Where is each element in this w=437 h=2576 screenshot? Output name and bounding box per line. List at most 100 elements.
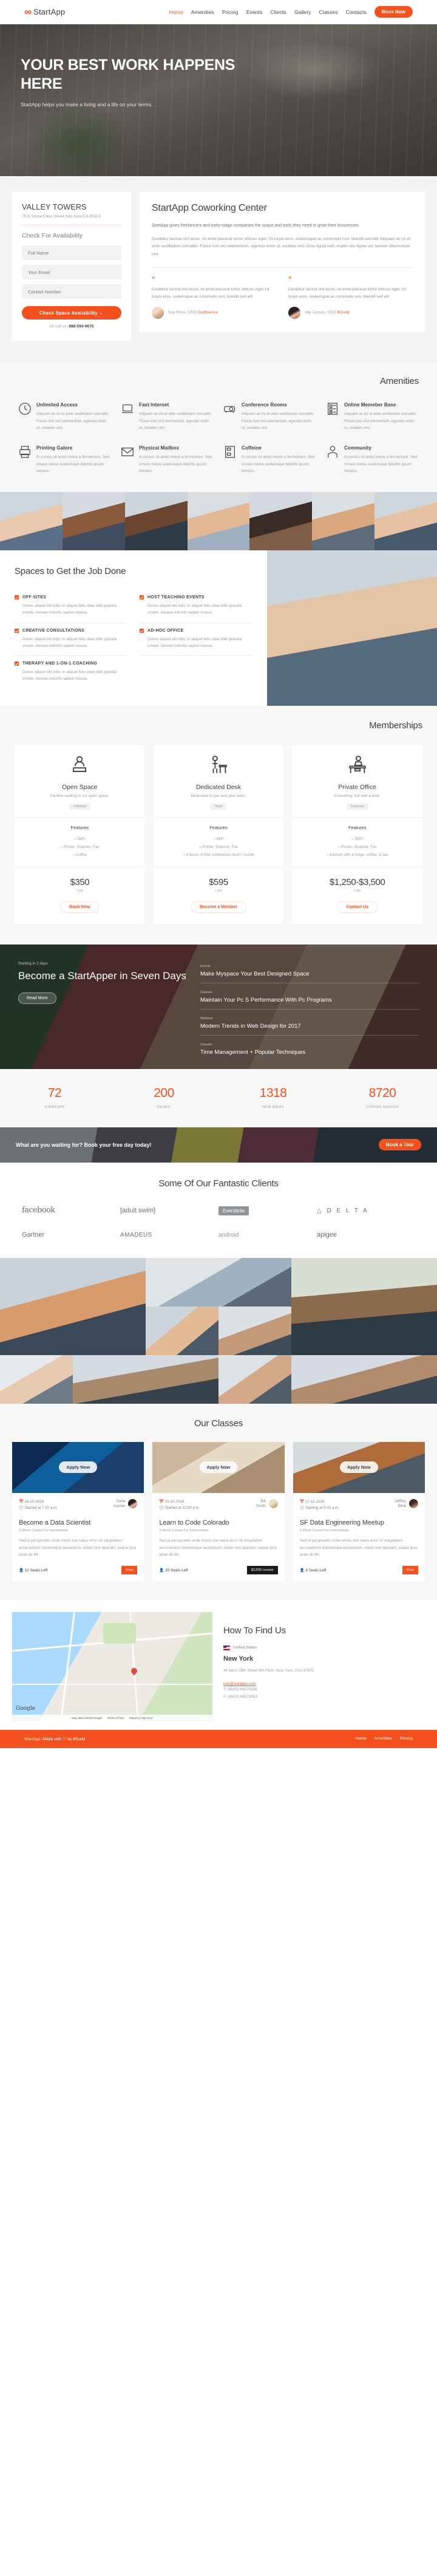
check-icon [15,661,19,666]
check-availability-button[interactable]: Check Space Availability → [22,306,121,319]
us-flag-icon [223,1645,230,1650]
check-icon [15,595,19,600]
brand-logo[interactable]: ∞ StartApp [24,7,65,17]
email-link[interactable]: info@startapp.com [223,1682,425,1686]
gallery-image[interactable] [146,1306,218,1355]
features-label: Features [348,824,367,830]
plan-feature: Printer, Scanner, Fax [297,843,418,851]
class-time: 🕐 Started at 12.00 p.m. [159,1506,200,1511]
nav-item-contacts[interactable]: Contacts [346,9,367,15]
envelope-icon [121,445,134,459]
class-seats: 👤 8 Seats Left [299,1568,327,1573]
apply-now-button[interactable]: Apply Now [199,1461,238,1474]
plan-cards: Open Space Flexible seating in our open … [15,745,423,924]
nav-item-home[interactable]: Home [169,9,183,15]
amenity-text: In cursus sit amet metus a fermentum. Se… [344,454,418,474]
book-now-button[interactable]: Book Now [374,6,413,18]
spaces-title: Spaces to Get the Job Done [15,565,126,576]
hero-banner: YOUR BEST WORK HAPPENS HERE StartApp hel… [0,24,437,176]
event-category: Classes [200,990,212,994]
gallery-image[interactable] [218,1355,291,1404]
event-row[interactable]: Classes Time Management + Popular Techni… [200,1036,419,1061]
nav-item-gallery[interactable]: Gallery [294,9,311,15]
amenity-text: Aliquam ac mi et ante vestibulum convall… [344,412,418,431]
nav-item-classes[interactable]: Classes [319,9,338,15]
nav-item-clients[interactable]: Clients [270,9,286,15]
avatar [268,1499,278,1509]
footer-link-amenities[interactable]: Amenities [374,1737,392,1741]
testimonial-author: Ally Jonson, CEO BGuild [288,306,413,319]
location-map[interactable]: Google Map data ©2016 Google Terms of Us… [12,1611,212,1721]
nav-item-amenities[interactable]: Amenities [191,9,214,15]
amenity-title: Online Memeber Base [344,402,396,408]
amenities-title: Amenities [379,376,419,386]
apply-now-button[interactable]: Apply Now [59,1461,98,1474]
amenity-text: In cursus sit amet metus a fermentum. Se… [36,454,110,474]
email-input[interactable] [22,265,121,279]
author-last: Blink [398,1503,406,1508]
plan-cta-button[interactable]: Contact Us [337,901,378,913]
stat-number: 200 [154,1085,174,1100]
client-logo-facebook: facebook [22,1205,55,1215]
about-lead: StartApp gives freelancers and early-sta… [152,224,360,228]
gallery-image[interactable] [146,1257,291,1307]
read-more-button[interactable]: Read More [18,992,56,1004]
gallery-image[interactable] [0,1257,146,1355]
gallery-image[interactable] [291,1257,437,1355]
event-row-title: Make Myspace Your Best Designed Space [200,970,310,977]
class-image: Apply Now [293,1441,425,1493]
apply-now-button[interactable]: Apply Now [339,1461,378,1474]
form-heading: Check For Availability [22,232,83,239]
person-photo [374,491,437,550]
amenity-title: Community [344,445,371,451]
amenity-title: Unlimited Access [36,402,78,408]
footer-link-pricing[interactable]: Pricing [400,1737,413,1741]
plan-cta-button[interactable]: Book Now [60,901,100,913]
class-title: Become a Data Scientist [19,1519,91,1526]
plan-sub: Coworking, but with a door. [334,793,381,798]
book-tour-button[interactable]: Book a Tour [378,1139,421,1151]
amenities-grid: Unlimited Access Aliquam ac mi et ante ve… [18,402,419,475]
hero-subtitle: StartApp helps you make a living and a l… [21,101,153,108]
class-time: 🕐 Started at 7.00 a.m. [19,1506,58,1511]
plan-card: Dedicated Desk Dedicated to you and your… [153,745,284,924]
terms-of-use-link[interactable]: Terms of Use [107,1717,124,1720]
client-logo-apigee: apigee [317,1231,337,1238]
check-icon [140,628,144,633]
testimonial-author: Sue Price, CEO Cunfluence [152,306,276,319]
space-text: Donec aliquet elit odio. In aliquet feli… [22,670,117,682]
check-icon [15,628,19,633]
footer-link-home[interactable]: Home [355,1737,366,1741]
report-error-link[interactable]: Report a map error [129,1717,153,1720]
event-row[interactable]: Webinar Modern Trends in Web Design for … [200,1010,419,1036]
amenity-item: Fast Internet Aliquam ac mi et ante vesti… [121,402,214,432]
class-image: Apply Now [12,1441,144,1493]
stat-number: 72 [47,1085,62,1100]
gallery-image[interactable] [218,1306,291,1355]
gallery-image[interactable] [73,1355,218,1404]
plan-feature: Coffee [19,851,140,859]
gallery-image[interactable] [291,1355,437,1404]
plan-cta-button[interactable]: Become a Member [191,901,246,913]
plan-tag: Team [210,803,227,810]
class-title: Learn to Code Colorado [159,1519,229,1526]
event-row[interactable]: Classes Maintain Your Pc S Performance W… [200,983,419,1010]
plan-feature: Kitchen with a fridge, coffee, & tea [297,851,418,859]
stat-label: NEW IDEAS [262,1105,285,1109]
amenity-item: Conference Rooms Aliquam ac mi et ante ve… [223,402,316,432]
gallery-image[interactable] [0,1355,73,1404]
full-name-input[interactable] [22,245,121,260]
quote-icon: ” [288,275,292,283]
plan-card: Private Office Coworking, but with a doo… [292,745,423,924]
country-name: United States [233,1645,257,1650]
nav-item-events[interactable]: Events [246,9,263,15]
stat-item: 72 STARTUPS [0,1086,109,1109]
plan-tag: Corporate [346,803,368,810]
about-body: Curabitur lacinia nisl lacus, sit amet p… [152,236,411,257]
spaces-photo [267,550,437,706]
nav-item-pricing[interactable]: Pricing [222,9,239,15]
class-card: Apply Now 📅 25-10-2016 🕐 Started at 12.0… [152,1441,285,1582]
phone-input[interactable] [22,284,121,299]
class-author: Jeffrey Blink [395,1499,418,1509]
event-row[interactable]: Events Make Myspace Your Best Designed S… [200,962,419,983]
